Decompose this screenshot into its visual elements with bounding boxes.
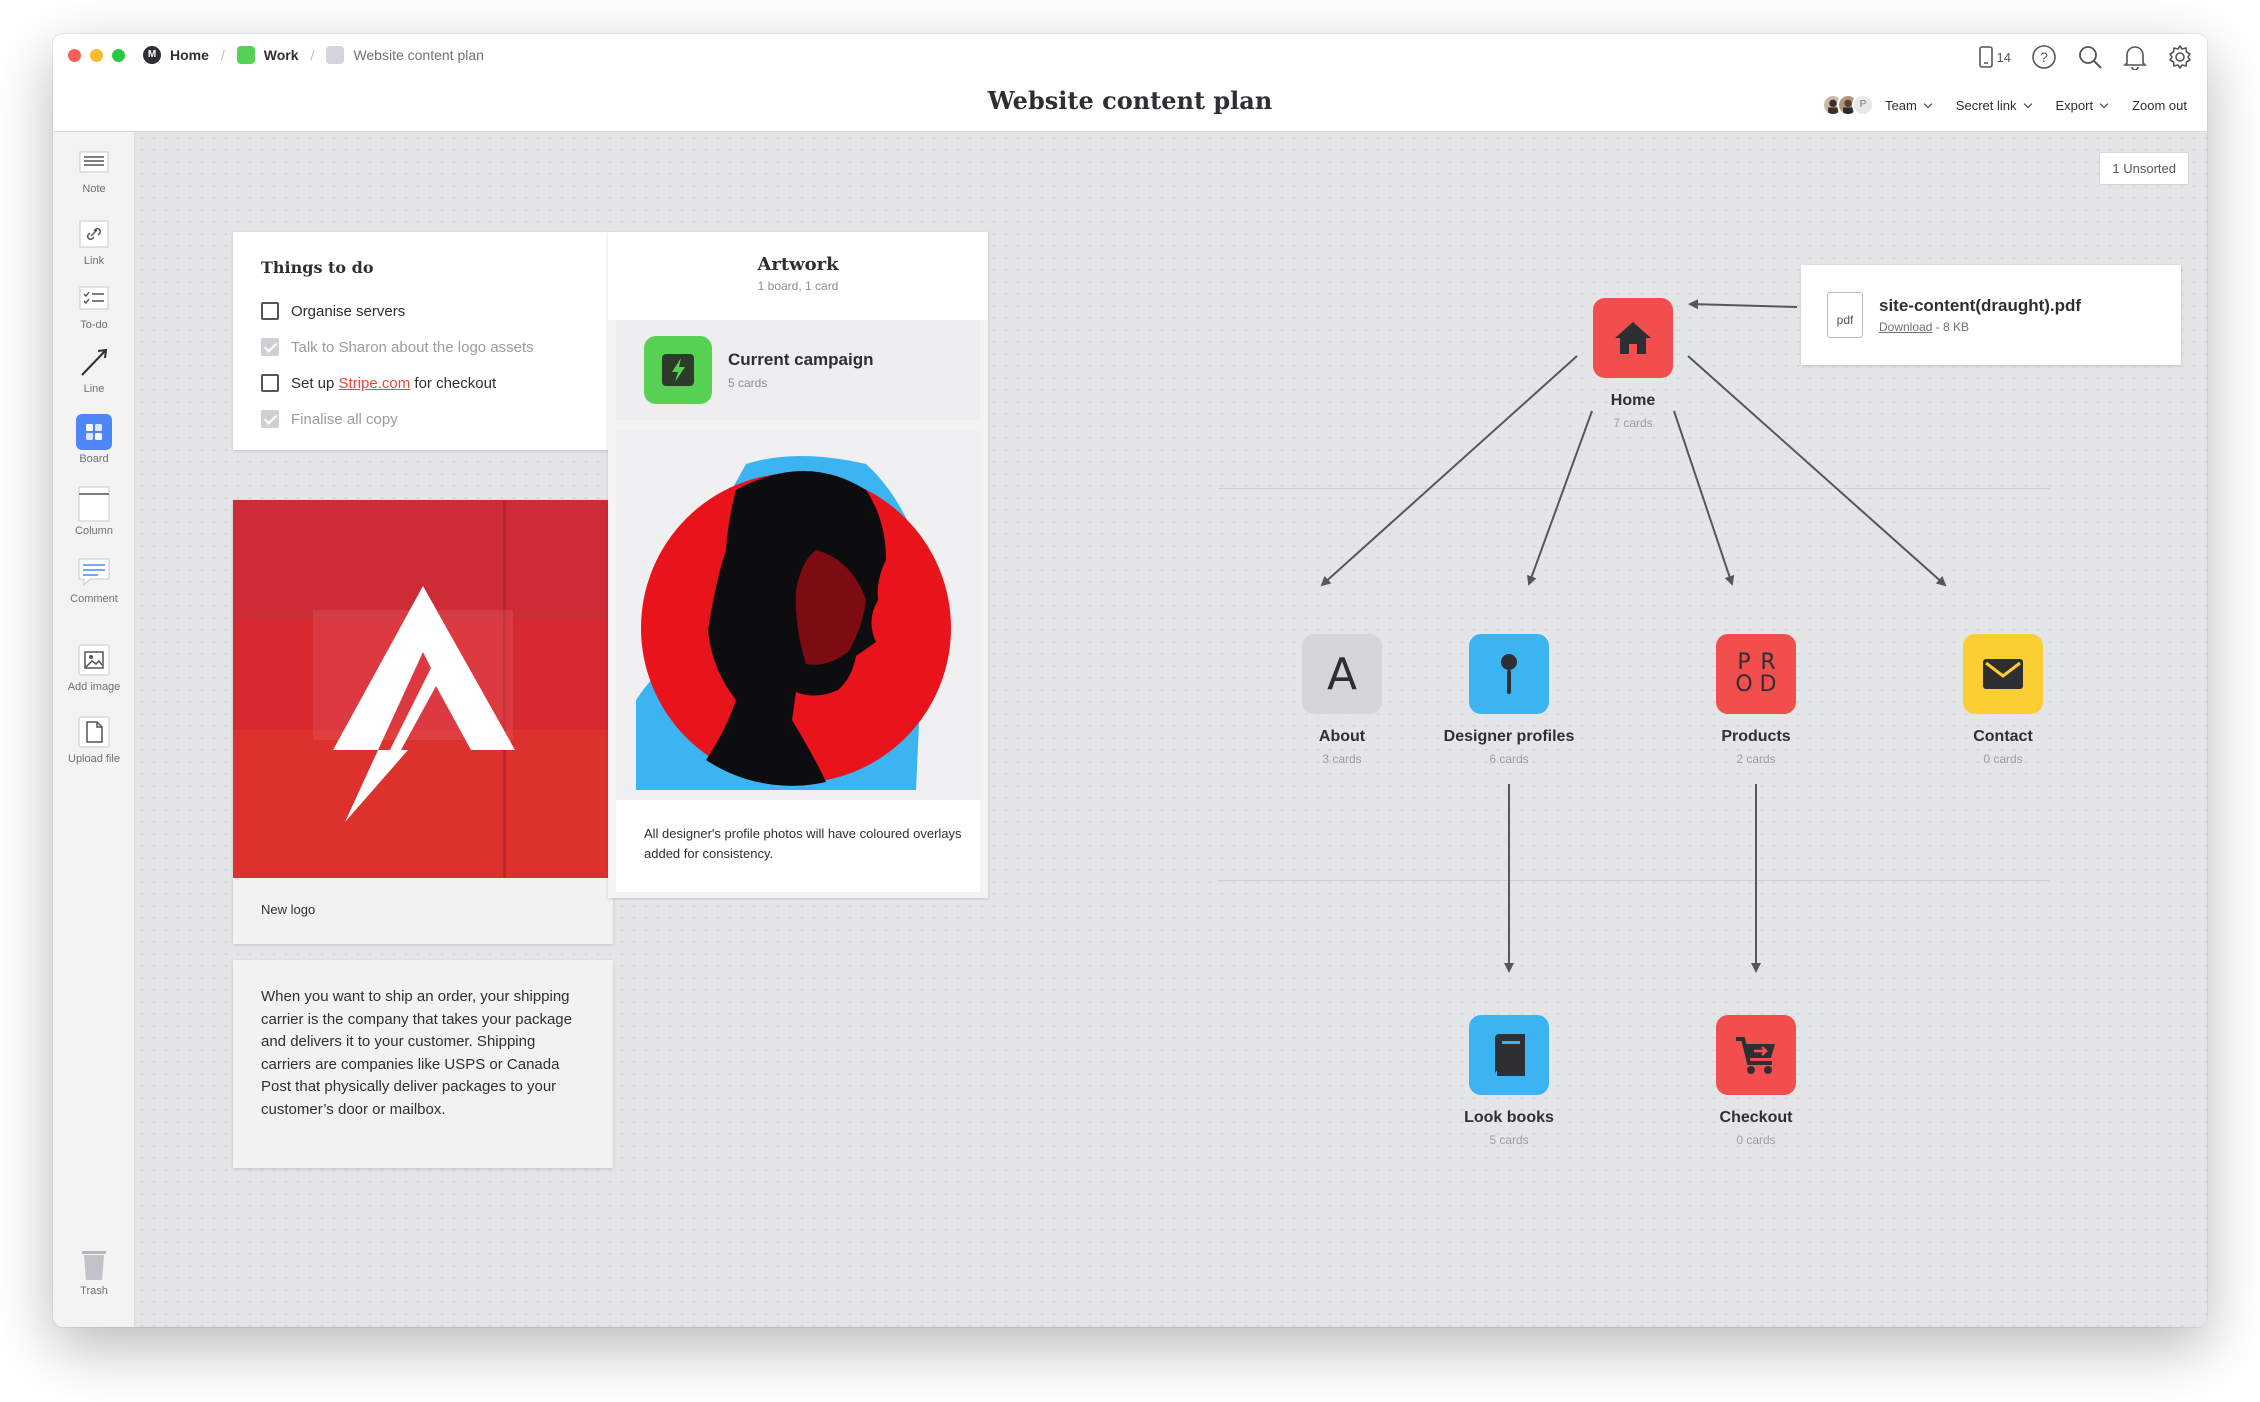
app-window: M Home / Work / Website content plan Web…: [53, 34, 2207, 1327]
header-menu: P Team Secret link Export Zoom out: [1822, 94, 2187, 116]
chevron-down-icon: [2023, 99, 2032, 108]
tool-line[interactable]: Line: [53, 346, 135, 395]
letter-a-icon: A: [1302, 634, 1382, 714]
tool-board[interactable]: Board: [53, 414, 135, 465]
envelope-icon: [1963, 634, 2043, 714]
note-icon: [79, 151, 109, 173]
shopping-cart-icon: [1716, 1015, 1796, 1095]
board-icon: [76, 414, 112, 450]
tool-note[interactable]: Note: [53, 146, 135, 195]
window-controls: [68, 49, 125, 62]
image-icon: [78, 644, 110, 676]
connector-arrows: [1320, 299, 1947, 973]
avatar: P: [1852, 94, 1874, 116]
board-icon: [236, 46, 255, 64]
zoom-out-button[interactable]: Zoom out: [2132, 98, 2187, 113]
breadcrumb-current[interactable]: Website content plan: [326, 46, 484, 64]
device-count[interactable]: 14: [1978, 46, 2011, 68]
help-icon[interactable]: ?: [2031, 44, 2057, 70]
trash-icon: [82, 1251, 106, 1280]
tool-comment[interactable]: Comment: [53, 556, 135, 605]
phone-icon: [1978, 46, 1993, 68]
settings-gear-icon[interactable]: [2167, 44, 2193, 70]
todo-icon: [79, 286, 109, 310]
breadcrumb: M Home / Work / Website content plan: [143, 46, 484, 64]
top-bar: M Home / Work / Website content plan Web…: [53, 34, 2207, 132]
tool-upload-file[interactable]: Upload file: [53, 716, 135, 765]
link-icon: [79, 220, 109, 248]
chevron-down-icon: [1923, 99, 1933, 108]
book-icon: [1469, 1015, 1549, 1095]
tool-link[interactable]: Link: [53, 218, 135, 267]
search-icon[interactable]: [2077, 44, 2103, 70]
trash[interactable]: Trash: [53, 1248, 135, 1297]
tool-add-image[interactable]: Add image: [53, 644, 135, 693]
board-canvas[interactable]: 1 Unsorted Things to do Organise servers…: [136, 132, 2207, 1327]
breadcrumb-work[interactable]: Work: [236, 46, 299, 64]
board-node-products[interactable]: PROD Products 2 cards: [1676, 634, 1836, 766]
column-icon: [78, 486, 110, 522]
close-window-button[interactable]: [68, 49, 81, 62]
tool-todo[interactable]: To-do: [53, 282, 135, 331]
board-node-look-books[interactable]: Look books 5 cards: [1429, 1015, 1589, 1147]
file-icon: [78, 716, 110, 748]
comment-icon: [78, 558, 110, 586]
breadcrumb-home[interactable]: M Home: [143, 46, 209, 64]
board-node-designer-profiles[interactable]: Designer profiles 6 cards: [1429, 634, 1589, 766]
minimize-window-button[interactable]: [90, 49, 103, 62]
notification-bell-icon[interactable]: [2123, 44, 2147, 70]
line-arrow-icon: [81, 348, 108, 376]
secret-link-menu[interactable]: Secret link: [1956, 98, 2032, 113]
svg-text:?: ?: [2040, 49, 2048, 65]
info-icon: [1469, 634, 1549, 714]
chevron-down-icon: [2099, 99, 2109, 108]
home-icon: [1593, 298, 1673, 378]
tool-sidebar: Note Link To-do Line Board Column Commen…: [53, 132, 135, 1327]
team-menu[interactable]: Team: [1885, 98, 1933, 113]
board-node-home[interactable]: Home 7 cards: [1553, 298, 1713, 430]
board-icon: [326, 46, 345, 64]
top-icons: 14 ?: [1978, 44, 2193, 70]
milanote-logo-icon: M: [143, 46, 161, 64]
prod-text-icon: PROD: [1716, 634, 1796, 714]
collaborator-avatars[interactable]: P: [1822, 94, 1874, 116]
zoom-window-button[interactable]: [112, 49, 125, 62]
board-node-checkout[interactable]: Checkout 0 cards: [1676, 1015, 1836, 1147]
tool-column[interactable]: Column: [53, 486, 135, 537]
board-node-contact[interactable]: Contact 0 cards: [1923, 634, 2083, 766]
export-menu[interactable]: Export: [2056, 98, 2109, 113]
board-node-about[interactable]: A About 3 cards: [1262, 634, 1422, 766]
